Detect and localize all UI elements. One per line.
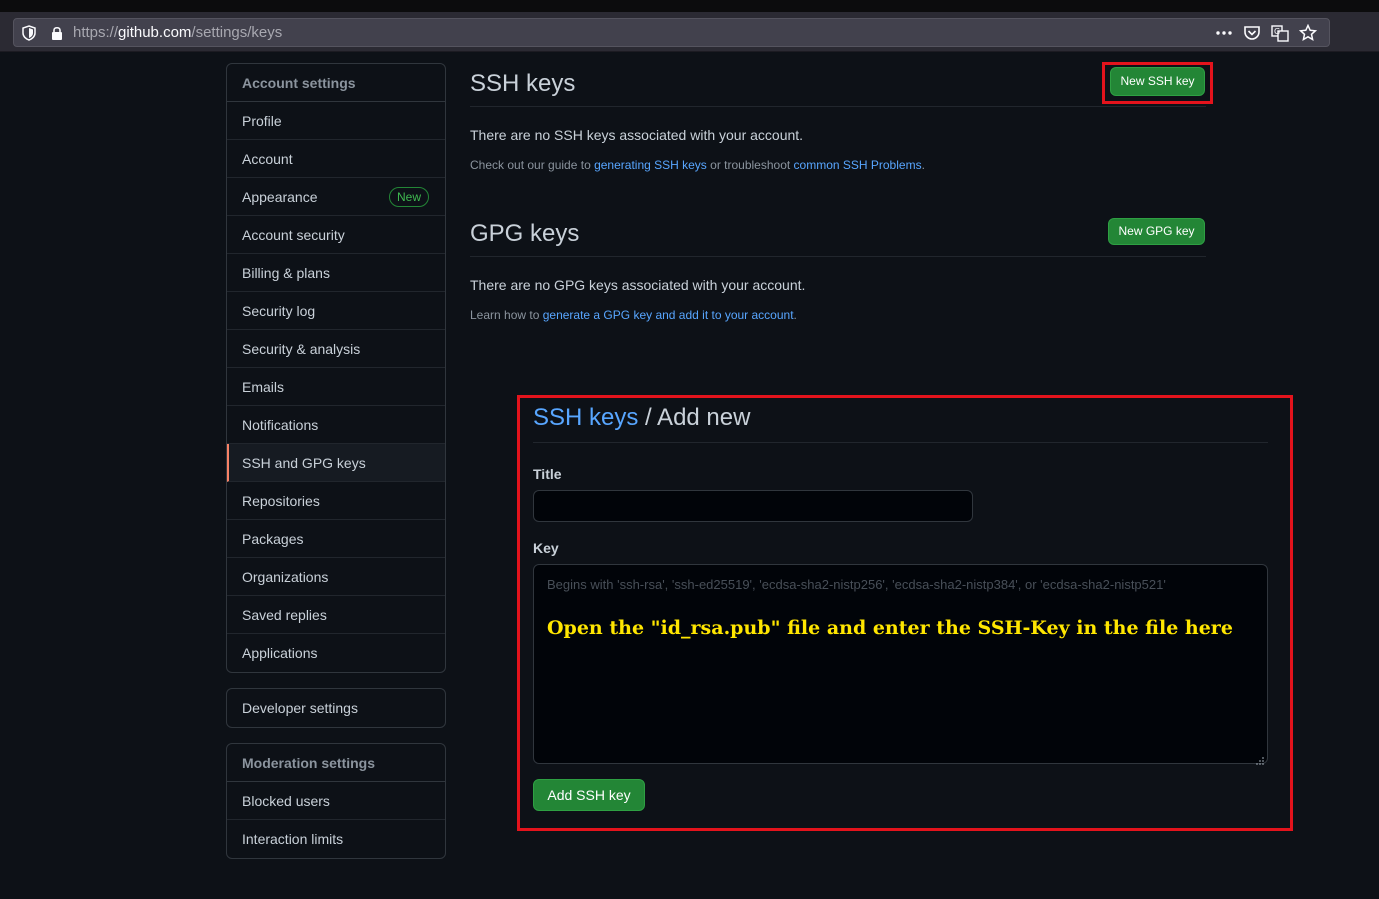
sidebar-item-emails[interactable]: Emails [227, 368, 445, 406]
key-textarea[interactable]: Begins with 'ssh-rsa', 'ssh-ed25519', 'e… [533, 564, 1268, 765]
sidebar-item-account[interactable]: Account [227, 140, 445, 178]
title-input[interactable] [533, 490, 973, 522]
sidebar-item-organizations[interactable]: Organizations [227, 558, 445, 596]
menu-heading: Account settings [227, 64, 445, 102]
ssh-keys-breadcrumb-link[interactable]: SSH keys [533, 404, 638, 431]
url-path: /settings/keys [191, 24, 283, 41]
sidebar-item-packages[interactable]: Packages [227, 520, 445, 558]
gpg-keys-title: GPG keys [470, 220, 1206, 257]
learn-prefix: Learn how to [470, 308, 543, 322]
add-ssh-key-button[interactable]: Add SSH key [533, 779, 645, 811]
moderation-settings-menu: Moderation settings Blocked users Intera… [226, 743, 446, 859]
sidebar-item-security-analysis[interactable]: Security & analysis [227, 330, 445, 368]
gpg-learn-text: Learn how to generate a GPG key and add … [470, 308, 797, 322]
new-ssh-key-button[interactable]: New SSH key [1110, 67, 1205, 96]
guide-prefix: Check out our guide to [470, 158, 595, 172]
translate-icon[interactable]: G [1271, 24, 1289, 42]
sidebar-item-repositories[interactable]: Repositories [227, 482, 445, 520]
generate-gpg-key-link[interactable]: generate a GPG key and add it to your ac… [543, 308, 794, 322]
more-icon[interactable] [1215, 24, 1233, 42]
bookmark-star-icon[interactable] [1299, 24, 1317, 42]
browser-toolbar: https://github.com/settings/keys G [0, 12, 1379, 52]
lock-icon[interactable] [50, 25, 64, 41]
sidebar-item-appearance[interactable]: Appearance New [227, 178, 445, 216]
sidebar-item-interaction-limits[interactable]: Interaction limits [227, 820, 445, 858]
window-top-strip [0, 0, 1379, 12]
menu-heading: Moderation settings [227, 744, 445, 782]
guide-middle: or troubleshoot [706, 158, 794, 172]
address-bar[interactable]: https://github.com/settings/keys G [13, 18, 1330, 47]
form-breadcrumb: SSH keys / Add new [533, 404, 1268, 443]
ssh-guide-text: Check out our guide to generating SSH ke… [470, 158, 925, 172]
instruction-annotation: Open the "id_rsa.pub" file and enter the… [547, 617, 1233, 639]
pocket-icon[interactable] [1243, 24, 1261, 42]
generating-ssh-keys-link[interactable]: generating SSH keys [594, 158, 707, 172]
learn-suffix: . [793, 308, 797, 322]
key-placeholder: Begins with 'ssh-rsa', 'ssh-ed25519', 'e… [547, 577, 1166, 592]
resize-grip-icon[interactable] [1256, 752, 1264, 765]
title-label: Title [533, 466, 562, 482]
guide-suffix: . [921, 158, 925, 172]
common-ssh-problems-link[interactable]: common SSH Problems [794, 158, 922, 172]
sidebar-item-saved-replies[interactable]: Saved replies [227, 596, 445, 634]
sidebar-item-developer-settings[interactable]: Developer settings [227, 689, 445, 727]
new-gpg-key-button[interactable]: New GPG key [1108, 218, 1205, 245]
sidebar-item-blocked-users[interactable]: Blocked users [227, 782, 445, 820]
sidebar-item-label: Appearance [242, 189, 318, 205]
ssh-empty-message: There are no SSH keys associated with yo… [470, 127, 804, 143]
url-text[interactable]: https://github.com/settings/keys [73, 24, 282, 41]
ssh-keys-title: SSH keys [470, 70, 1206, 107]
sidebar-item-ssh-gpg-keys[interactable]: SSH and GPG keys [227, 444, 445, 482]
sidebar-item-notifications[interactable]: Notifications [227, 406, 445, 444]
svg-text:G: G [1274, 27, 1280, 36]
url-prefix: https:// [73, 24, 119, 41]
url-host: github.com [118, 24, 192, 41]
shield-icon[interactable] [22, 25, 36, 41]
gpg-empty-message: There are no GPG keys associated with yo… [470, 277, 806, 293]
sidebar-item-account-security[interactable]: Account security [227, 216, 445, 254]
sidebar-item-security-log[interactable]: Security log [227, 292, 445, 330]
breadcrumb-current: / Add new [638, 404, 751, 431]
sidebar-item-profile[interactable]: Profile [227, 102, 445, 140]
new-badge: New [388, 187, 429, 207]
sidebar-item-billing[interactable]: Billing & plans [227, 254, 445, 292]
account-settings-menu: Account settings Profile Account Appeara… [226, 63, 446, 673]
developer-settings-menu: Developer settings [226, 688, 446, 728]
key-label: Key [533, 540, 559, 556]
sidebar-item-applications[interactable]: Applications [227, 634, 445, 672]
